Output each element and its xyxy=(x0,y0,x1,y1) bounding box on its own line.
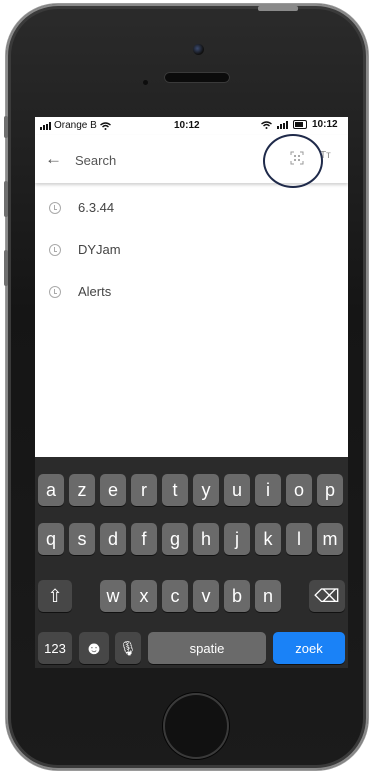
status-bar: Orange B 10:12 10:12 xyxy=(35,117,348,135)
search-key[interactable]: zoek xyxy=(273,632,345,664)
key-a[interactable]: a xyxy=(38,474,64,506)
key-b[interactable]: b xyxy=(224,580,250,612)
proximity-sensor xyxy=(143,80,148,85)
history-item[interactable]: DYJam xyxy=(35,231,348,273)
key-t[interactable]: t xyxy=(162,474,188,506)
screen: Orange B 10:12 10:12 ← Search Tт 6.3.44 … xyxy=(35,117,348,668)
history-item[interactable]: 6.3.44 xyxy=(35,189,348,231)
key-f[interactable]: f xyxy=(131,523,157,555)
microphone-key[interactable]: 🎙 xyxy=(115,632,141,664)
signal-icon xyxy=(40,121,51,130)
history-item-label: DYJam xyxy=(78,242,121,257)
keyboard: a z e r t y u i o p q s d f g h j k l m … xyxy=(35,457,348,668)
key-q[interactable]: q xyxy=(38,523,64,555)
key-x[interactable]: x xyxy=(131,580,157,612)
key-y[interactable]: y xyxy=(193,474,219,506)
status-time: 10:12 xyxy=(174,120,200,131)
key-g[interactable]: g xyxy=(162,523,188,555)
power-button xyxy=(258,6,298,11)
key-m[interactable]: m xyxy=(317,523,343,555)
key-p[interactable]: p xyxy=(317,474,343,506)
home-button[interactable] xyxy=(163,693,229,759)
back-arrow-icon[interactable]: ← xyxy=(45,149,62,169)
key-j[interactable]: j xyxy=(224,523,250,555)
key-d[interactable]: d xyxy=(100,523,126,555)
shift-key[interactable]: ⇧ xyxy=(38,580,72,612)
key-k[interactable]: k xyxy=(255,523,281,555)
battery-icon xyxy=(293,120,307,129)
highlight-circle xyxy=(263,134,323,188)
history-item-label: 6.3.44 xyxy=(78,200,115,215)
key-s[interactable]: s xyxy=(69,523,95,555)
key-n[interactable]: n xyxy=(255,580,281,612)
volume-down-button xyxy=(4,250,8,286)
delete-key[interactable]: ⌫ xyxy=(309,580,345,612)
volume-up-button xyxy=(4,181,8,217)
search-input[interactable] xyxy=(75,149,255,171)
key-e[interactable]: e xyxy=(100,474,126,506)
key-i[interactable]: i xyxy=(255,474,281,506)
carrier-label: Orange B xyxy=(54,120,97,131)
key-r[interactable]: r xyxy=(131,474,157,506)
earpiece-speaker xyxy=(164,72,230,83)
key-l[interactable]: l xyxy=(286,523,312,555)
history-clock-icon xyxy=(49,286,61,298)
key-h[interactable]: h xyxy=(193,523,219,555)
wifi-icon xyxy=(99,121,111,130)
wifi-icon-right xyxy=(261,120,272,129)
status-time-right: 10:12 xyxy=(312,119,338,130)
emoji-key[interactable]: ☻ xyxy=(79,632,109,664)
key-c[interactable]: c xyxy=(162,580,188,612)
space-key[interactable]: spatie xyxy=(148,632,266,664)
signal-icon-right xyxy=(277,120,288,129)
key-z[interactable]: z xyxy=(69,474,95,506)
key-w[interactable]: w xyxy=(100,580,126,612)
numbers-key[interactable]: 123 xyxy=(38,632,72,664)
mute-switch xyxy=(4,116,8,138)
key-o[interactable]: o xyxy=(286,474,312,506)
history-clock-icon xyxy=(49,202,61,214)
key-v[interactable]: v xyxy=(193,580,219,612)
history-item[interactable]: Alerts xyxy=(35,273,348,315)
search-history-list: 6.3.44 DYJam Alerts xyxy=(35,189,348,315)
history-clock-icon xyxy=(49,244,61,256)
history-item-label: Alerts xyxy=(78,284,112,299)
front-camera xyxy=(193,44,204,55)
key-u[interactable]: u xyxy=(224,474,250,506)
